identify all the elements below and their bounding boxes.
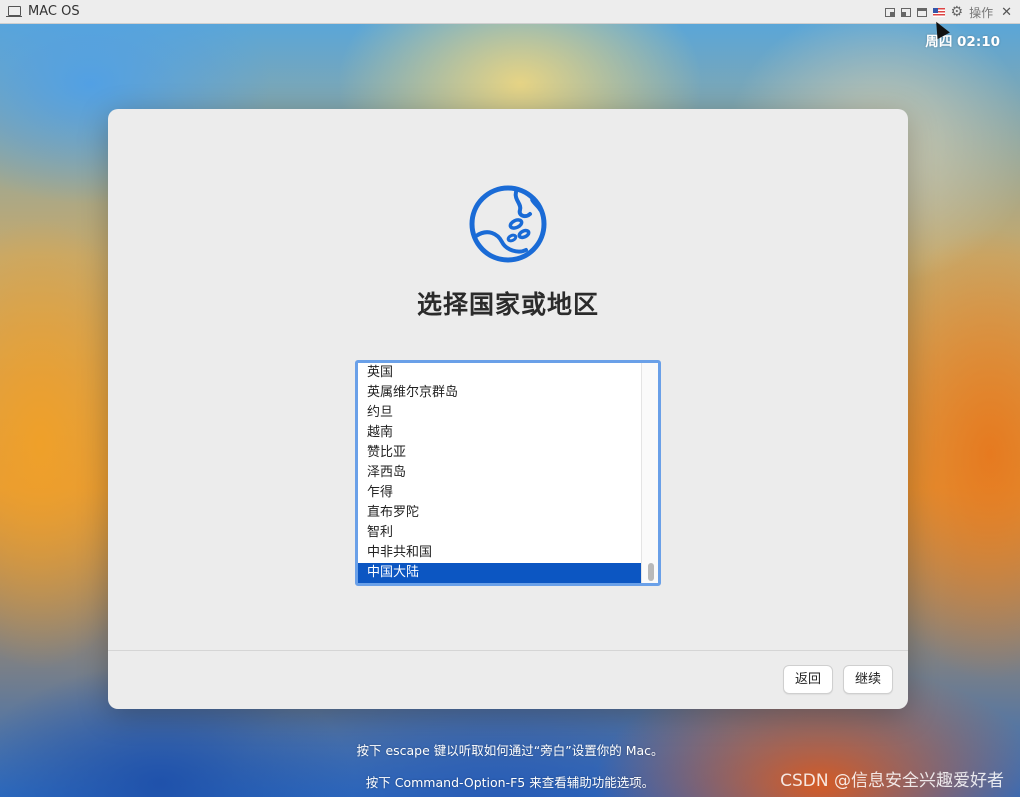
scrollbar-thumb[interactable] [648,563,654,581]
list-item[interactable]: 直布罗陀 [358,503,642,523]
list-scrollbar[interactable] [641,363,658,583]
list-item-selected[interactable]: 中国大陆 [358,563,642,583]
divider [108,650,908,651]
flag-icon[interactable] [932,7,945,17]
window-mode-icon[interactable] [884,7,895,17]
window-maximize-icon[interactable] [916,7,927,17]
list-item[interactable]: 越南 [358,423,642,443]
list-item[interactable]: 英属维尔京群岛 [358,383,642,403]
close-icon[interactable]: ✕ [1001,5,1012,20]
computer-icon [6,5,22,18]
list-item[interactable]: 乍得 [358,483,642,503]
voiceover-hint: 按下 escape 键以听取如何通过“旁白”设置你的 Mac。 [356,743,664,758]
setup-panel: 选择国家或地区 英国 英属维尔京群岛 约旦 越南 赞比亚 泽西岛 乍得 直布罗陀… [108,109,908,709]
vm-title: MAC OS [28,4,80,19]
list-item[interactable]: 英国 [358,363,642,383]
list-item[interactable]: 智利 [358,523,642,543]
watermark: CSDN @信息安全兴趣爱好者 [780,771,1004,791]
list-item[interactable]: 赞比亚 [358,443,642,463]
country-list-items: 英国 英属维尔京群岛 约旦 越南 赞比亚 泽西岛 乍得 直布罗陀 智利 中非共和… [358,363,642,583]
window-split-icon[interactable] [900,7,911,17]
list-item[interactable]: 中非共和国 [358,543,642,563]
continue-button[interactable]: 继续 [843,665,894,694]
list-item[interactable]: 约旦 [358,403,642,423]
list-item[interactable]: 泽西岛 [358,463,642,483]
gear-icon[interactable]: ⚙ [951,4,964,20]
page-title: 选择国家或地区 [416,290,599,319]
back-button[interactable]: 返回 [783,665,834,694]
vm-title-bar: MAC OS ⚙ 操作 ✕ [0,0,1020,24]
country-list[interactable]: 英国 英属维尔京群岛 约旦 越南 赞比亚 泽西岛 乍得 直布罗陀 智利 中非共和… [355,360,661,586]
actions-menu[interactable]: 操作 [969,4,993,21]
vm-controls: ⚙ 操作 ✕ [884,0,1012,24]
globe-icon [469,185,547,263]
